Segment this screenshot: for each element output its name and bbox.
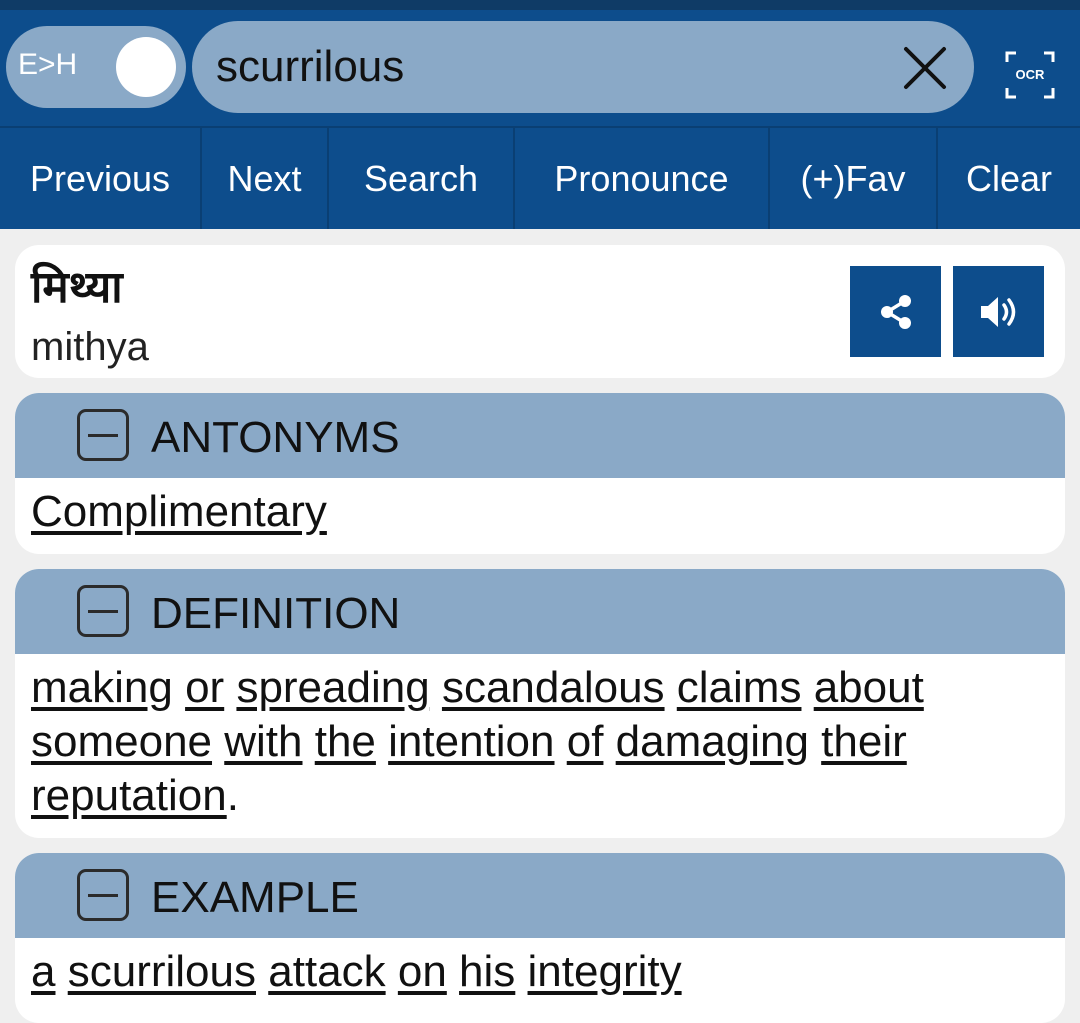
word-link[interactable]: scandalous (442, 663, 665, 712)
example-header: EXAMPLE (15, 853, 1065, 938)
speaker-icon (980, 296, 1015, 327)
antonyms-body: Complimentary (31, 485, 1041, 539)
transliteration: mithya (31, 325, 149, 369)
antonyms-title: ANTONYMS (151, 413, 400, 462)
search-input[interactable] (216, 39, 856, 95)
definition-body: making or spreading scandalous claims ab… (31, 661, 1041, 823)
antonyms-header: ANTONYMS (15, 393, 1065, 478)
collapse-example-icon[interactable] (77, 869, 129, 921)
ocr-label: OCR (1016, 67, 1046, 82)
ocr-scan-icon[interactable]: OCR (1004, 50, 1056, 100)
word-link[interactable]: the (315, 717, 376, 766)
toolbar: Previous Next Search Pronounce (+)Fav Cl… (0, 126, 1080, 229)
toggle-label: E>H (18, 48, 78, 81)
language-toggle[interactable]: E>H (6, 26, 186, 108)
next-button[interactable]: Next (202, 128, 329, 229)
collapse-definition-icon[interactable] (77, 585, 129, 637)
word-link[interactable]: damaging (616, 717, 809, 766)
toggle-knob (116, 37, 176, 97)
word-link[interactable]: of (567, 717, 604, 766)
word-link[interactable]: scurrilous (68, 947, 256, 996)
word-link[interactable]: or (185, 663, 224, 712)
antonyms-card: ANTONYMS Complimentary (15, 393, 1065, 554)
definition-header: DEFINITION (15, 569, 1065, 654)
word-link[interactable]: attack (268, 947, 385, 996)
add-favorite-button[interactable]: (+)Fav (770, 128, 938, 229)
definition-title: DEFINITION (151, 589, 401, 638)
search-bar: E>H OCR (0, 10, 1080, 126)
word-link[interactable]: with (224, 717, 302, 766)
definition-period: . (226, 771, 239, 820)
word-link[interactable]: their (821, 717, 907, 766)
hindi-translation: मिथ्या (31, 262, 123, 313)
example-body: a scurrilous attack on his integrity (31, 945, 1041, 999)
example-title: EXAMPLE (151, 873, 359, 922)
share-icon (880, 294, 911, 329)
close-icon[interactable] (902, 45, 948, 91)
speak-button[interactable] (953, 266, 1044, 357)
word-link[interactable]: someone (31, 717, 212, 766)
share-button[interactable] (850, 266, 941, 357)
antonym-link[interactable]: Complimentary (31, 487, 327, 536)
word-link[interactable]: making (31, 663, 173, 712)
word-link[interactable]: integrity (528, 947, 682, 996)
status-strip (0, 0, 1080, 10)
collapse-antonyms-icon[interactable] (77, 409, 129, 461)
clear-button[interactable]: Clear (938, 128, 1080, 229)
word-link[interactable]: reputation (31, 771, 227, 820)
word-link[interactable]: intention (388, 717, 554, 766)
word-link[interactable]: spreading (236, 663, 429, 712)
pronounce-button[interactable]: Pronounce (515, 128, 770, 229)
example-card: EXAMPLE a scurrilous attack on his integ… (15, 853, 1065, 1023)
word-link[interactable]: on (398, 947, 447, 996)
search-button[interactable]: Search (329, 128, 515, 229)
previous-button[interactable]: Previous (0, 128, 202, 229)
word-link[interactable]: his (459, 947, 515, 996)
word-link[interactable]: claims (677, 663, 802, 712)
search-field (192, 21, 974, 113)
translation-card: मिथ्या mithya (15, 245, 1065, 378)
word-link[interactable]: about (814, 663, 924, 712)
definition-card: DEFINITION making or spreading scandalou… (15, 569, 1065, 838)
word-link[interactable]: a (31, 947, 55, 996)
